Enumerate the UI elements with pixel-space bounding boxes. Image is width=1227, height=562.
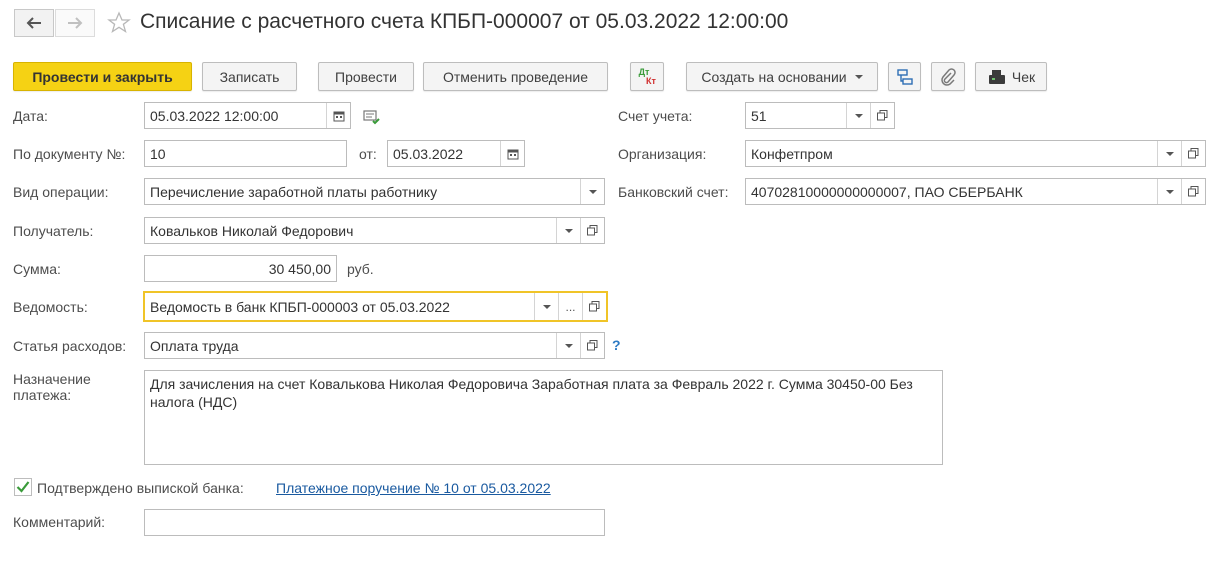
doc-num-value: 10	[150, 145, 166, 162]
unpost-button[interactable]: Отменить проведение	[423, 62, 608, 91]
cash-register-icon	[988, 69, 1005, 84]
operation-label: Вид операции:	[13, 184, 109, 200]
create-based-on-button[interactable]: Создать на основании	[686, 62, 878, 91]
date-value: 05.03.2022 12:00:00	[150, 107, 279, 124]
doc-num-field[interactable]: 10	[144, 140, 347, 167]
purpose-textarea[interactable]: Для зачисления на счет Ковалькова Никола…	[144, 370, 943, 465]
bank-account-label: Банковский счет:	[618, 184, 729, 200]
open-icon[interactable]	[580, 333, 604, 358]
currency-label: руб.	[347, 261, 374, 277]
open-icon[interactable]	[870, 103, 894, 128]
confirmed-checkbox[interactable]	[14, 478, 32, 499]
calendar-icon[interactable]	[500, 141, 524, 166]
save-button[interactable]: Записать	[202, 62, 297, 91]
bank-account-select[interactable]: 40702810000000000007, ПАО СБЕРБАНК	[745, 178, 1206, 205]
comment-value	[145, 510, 604, 535]
org-value: Конфетпром	[751, 145, 833, 162]
org-select[interactable]: Конфетпром	[745, 140, 1206, 167]
sum-field[interactable]: 30 450,00	[144, 255, 337, 282]
chevron-down-icon[interactable]	[1157, 179, 1181, 204]
date-label: Дата:	[13, 108, 48, 124]
statement-value: Ведомость в банк КПБП-000003 от 05.03.20…	[150, 298, 450, 315]
arrow-left-icon	[26, 17, 41, 29]
favorite-star-icon[interactable]	[107, 11, 131, 38]
chevron-down-icon	[854, 74, 863, 79]
expense-select[interactable]: Оплата труда	[144, 332, 605, 359]
chevron-down-icon[interactable]	[580, 179, 604, 204]
chevron-down-icon[interactable]	[1157, 141, 1181, 166]
account-value: 51	[751, 107, 767, 124]
receipt-button[interactable]: Чек	[975, 62, 1047, 91]
chevron-down-icon[interactable]	[556, 333, 580, 358]
recipient-value: Ковальков Николай Федорович	[150, 222, 354, 239]
account-label: Счет учета:	[618, 108, 693, 124]
payment-order-link[interactable]: Платежное поручение № 10 от 05.03.2022	[276, 480, 551, 496]
post-button[interactable]: Провести	[318, 62, 414, 91]
open-icon[interactable]	[582, 293, 606, 320]
help-icon[interactable]: ?	[612, 337, 621, 353]
date-field[interactable]: 05.03.2022 12:00:00	[144, 102, 351, 129]
create-based-on-label: Создать на основании	[701, 68, 847, 85]
back-button[interactable]	[14, 9, 54, 37]
sum-value: 30 450,00	[268, 260, 331, 277]
open-icon[interactable]	[1181, 179, 1205, 204]
doc-num-label: По документу №:	[13, 146, 126, 162]
arrow-right-icon	[68, 17, 83, 29]
expense-label: Статья расходов:	[13, 338, 127, 354]
recipient-select[interactable]: Ковальков Николай Федорович	[144, 217, 605, 244]
open-icon[interactable]	[1181, 141, 1205, 166]
open-icon[interactable]	[580, 218, 604, 243]
checkmark-icon	[14, 478, 32, 496]
doc-date-field[interactable]: 05.03.2022	[387, 140, 525, 167]
org-label: Организация:	[618, 146, 707, 162]
calendar-icon[interactable]	[326, 103, 350, 128]
confirmed-label: Подтверждено выпиской банка:	[37, 480, 244, 496]
comment-field[interactable]	[144, 509, 605, 536]
chevron-down-icon[interactable]	[534, 293, 558, 320]
attachments-button[interactable]	[931, 62, 965, 91]
chevron-down-icon[interactable]	[846, 103, 870, 128]
hierarchy-icon	[896, 68, 913, 85]
from-label: от:	[359, 146, 377, 162]
dt-kt-icon-bottom: Кт	[646, 75, 656, 86]
purpose-label: Назначение платежа:	[13, 371, 91, 403]
page-title: Списание с расчетного счета КПБП-000007 …	[140, 10, 789, 33]
doc-date-value: 05.03.2022	[393, 145, 464, 162]
comment-label: Комментарий:	[13, 514, 106, 530]
ellipsis-button[interactable]: ...	[558, 293, 582, 320]
structure-button[interactable]	[888, 62, 921, 91]
bank-account-value: 40702810000000000007, ПАО СБЕРБАНК	[751, 183, 1023, 200]
sum-label: Сумма:	[13, 261, 61, 277]
post-and-close-button[interactable]: Провести и закрыть	[13, 62, 192, 91]
expense-value: Оплата труда	[150, 337, 239, 354]
forward-button[interactable]	[55, 9, 95, 37]
operation-select[interactable]: Перечисление заработной платы работнику	[144, 178, 605, 205]
statement-label: Ведомость:	[13, 299, 88, 315]
recipient-label: Получатель:	[13, 223, 94, 239]
edit-document-icon[interactable]	[363, 109, 381, 128]
paperclip-icon	[941, 67, 956, 86]
statement-select[interactable]: Ведомость в банк КПБП-000003 от 05.03.20…	[143, 291, 608, 322]
dt-kt-button[interactable]: Дт Кт	[630, 62, 664, 91]
receipt-label: Чек	[1011, 68, 1036, 85]
chevron-down-icon[interactable]	[556, 218, 580, 243]
operation-value: Перечисление заработной платы работнику	[150, 183, 438, 200]
account-select[interactable]: 51	[745, 102, 895, 129]
